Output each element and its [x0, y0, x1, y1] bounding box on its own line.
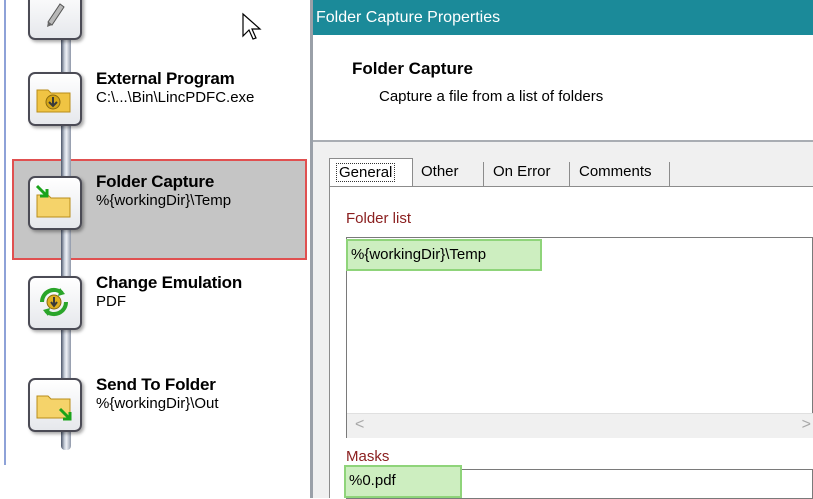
- scroll-right-arrow-icon[interactable]: >: [802, 416, 811, 434]
- step-title: Send To Folder: [96, 375, 216, 394]
- masks-value[interactable]: %0.pdf: [344, 465, 462, 498]
- step-title: External Program: [96, 69, 235, 88]
- tab-comments[interactable]: Comments: [573, 158, 658, 186]
- tab-label: On Error: [493, 163, 551, 180]
- folder-send-icon: [36, 395, 72, 421]
- folder-list-item[interactable]: %{workingDir}\Temp: [346, 239, 542, 271]
- workflow-step-send-to-folder[interactable]: [28, 378, 82, 432]
- folder-list-horizontal-scrollbar[interactable]: < >: [347, 413, 813, 438]
- workflow-step-external-program[interactable]: [28, 72, 82, 126]
- tab-separator: [569, 162, 570, 188]
- step-subtitle: C:\...\Bin\LincPDFC.exe: [96, 89, 255, 106]
- tab-other[interactable]: Other: [415, 158, 465, 186]
- scroll-left-arrow-icon[interactable]: <: [355, 416, 364, 434]
- workflow-pane: External Program C:\...\Bin\LincPDFC.exe…: [0, 0, 310, 498]
- tab-general[interactable]: General: [329, 158, 413, 186]
- properties-header-name: Folder Capture: [352, 59, 473, 78]
- workflow-pane-border: [4, 0, 6, 465]
- tab-label: General: [336, 163, 396, 182]
- workflow-step-top[interactable]: [28, 0, 82, 40]
- properties-titlebar: Folder Capture Properties: [313, 0, 813, 35]
- emulation-cycle-icon: [39, 287, 69, 317]
- workflow-step-folder-capture[interactable]: [28, 176, 82, 230]
- pen-icon: [47, 3, 65, 27]
- tab-label: Comments: [579, 163, 652, 180]
- tab-on-error[interactable]: On Error: [487, 158, 557, 186]
- folder-download-icon: [36, 89, 71, 113]
- masks-label: Masks: [346, 448, 390, 465]
- properties-header-description: Capture a file from a list of folders: [379, 88, 604, 105]
- mouse-cursor-icon: [242, 12, 262, 40]
- tab-separator: [483, 162, 484, 188]
- step-title: Change Emulation: [96, 273, 243, 292]
- step-title: Folder Capture: [96, 172, 215, 191]
- tab-label: Other: [421, 163, 459, 180]
- folder-capture-icon: [35, 184, 71, 218]
- workflow-step-change-emulation[interactable]: [28, 276, 82, 330]
- folder-list-label: Folder list: [346, 210, 412, 227]
- step-subtitle: %{workingDir}\Out: [96, 395, 219, 412]
- step-subtitle: PDF: [96, 293, 126, 310]
- step-subtitle: %{workingDir}\Temp: [96, 192, 232, 209]
- tab-separator: [669, 162, 670, 188]
- properties-panel: Folder Capture Properties Folder Capture…: [313, 0, 813, 499]
